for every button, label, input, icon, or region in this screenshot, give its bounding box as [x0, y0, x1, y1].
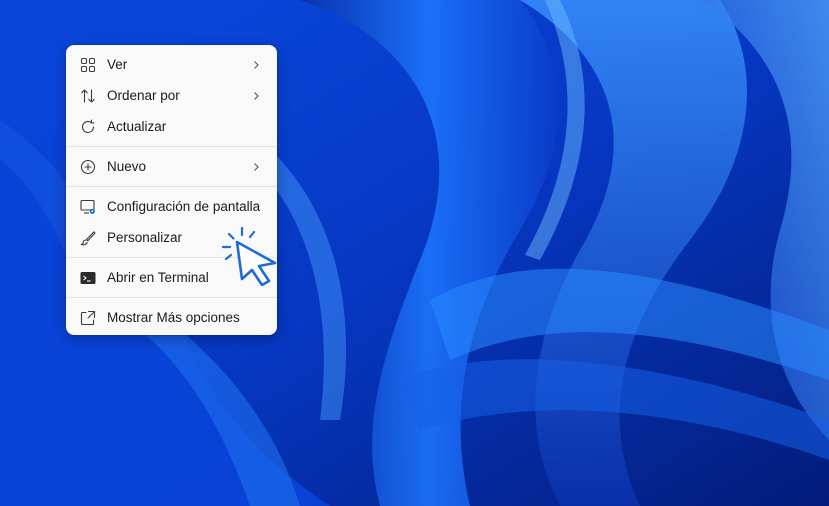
desktop-context-menu: Ver Ordenar por Actualizar Nuevo Configu…	[66, 45, 277, 335]
menu-item-label: Abrir en Terminal	[107, 270, 209, 285]
chevron-right-icon	[251, 162, 261, 172]
menu-item-ordenar-por[interactable]: Ordenar por	[66, 80, 277, 111]
new-icon	[80, 159, 96, 175]
menu-item-label: Configuración de pantalla	[107, 199, 261, 214]
terminal-icon	[80, 270, 96, 286]
menu-item-label: Mostrar Más opciones	[107, 310, 240, 325]
chevron-right-icon	[251, 60, 261, 70]
menu-separator	[66, 186, 277, 187]
refresh-icon	[80, 119, 96, 135]
menu-item-label: Ordenar por	[107, 88, 180, 103]
more-options-icon	[80, 310, 96, 326]
click-cursor-icon	[221, 226, 277, 286]
menu-item-ver[interactable]: Ver	[66, 49, 277, 80]
display-settings-icon	[80, 199, 96, 215]
brush-icon	[80, 230, 96, 246]
menu-item-mostrar-mas-opciones[interactable]: Mostrar Más opciones	[66, 302, 277, 333]
menu-item-label: Nuevo	[107, 159, 147, 174]
menu-separator	[66, 146, 277, 147]
chevron-right-icon	[251, 91, 261, 101]
sort-icon	[80, 88, 96, 104]
menu-item-label: Actualizar	[107, 119, 167, 134]
menu-item-configuracion-pantalla[interactable]: Configuración de pantalla	[66, 191, 277, 222]
grid-icon	[80, 57, 96, 73]
menu-separator	[66, 297, 277, 298]
menu-item-nuevo[interactable]: Nuevo	[66, 151, 277, 182]
menu-item-label: Ver	[107, 57, 128, 72]
menu-item-actualizar[interactable]: Actualizar	[66, 111, 277, 142]
menu-item-label: Personalizar	[107, 230, 183, 245]
